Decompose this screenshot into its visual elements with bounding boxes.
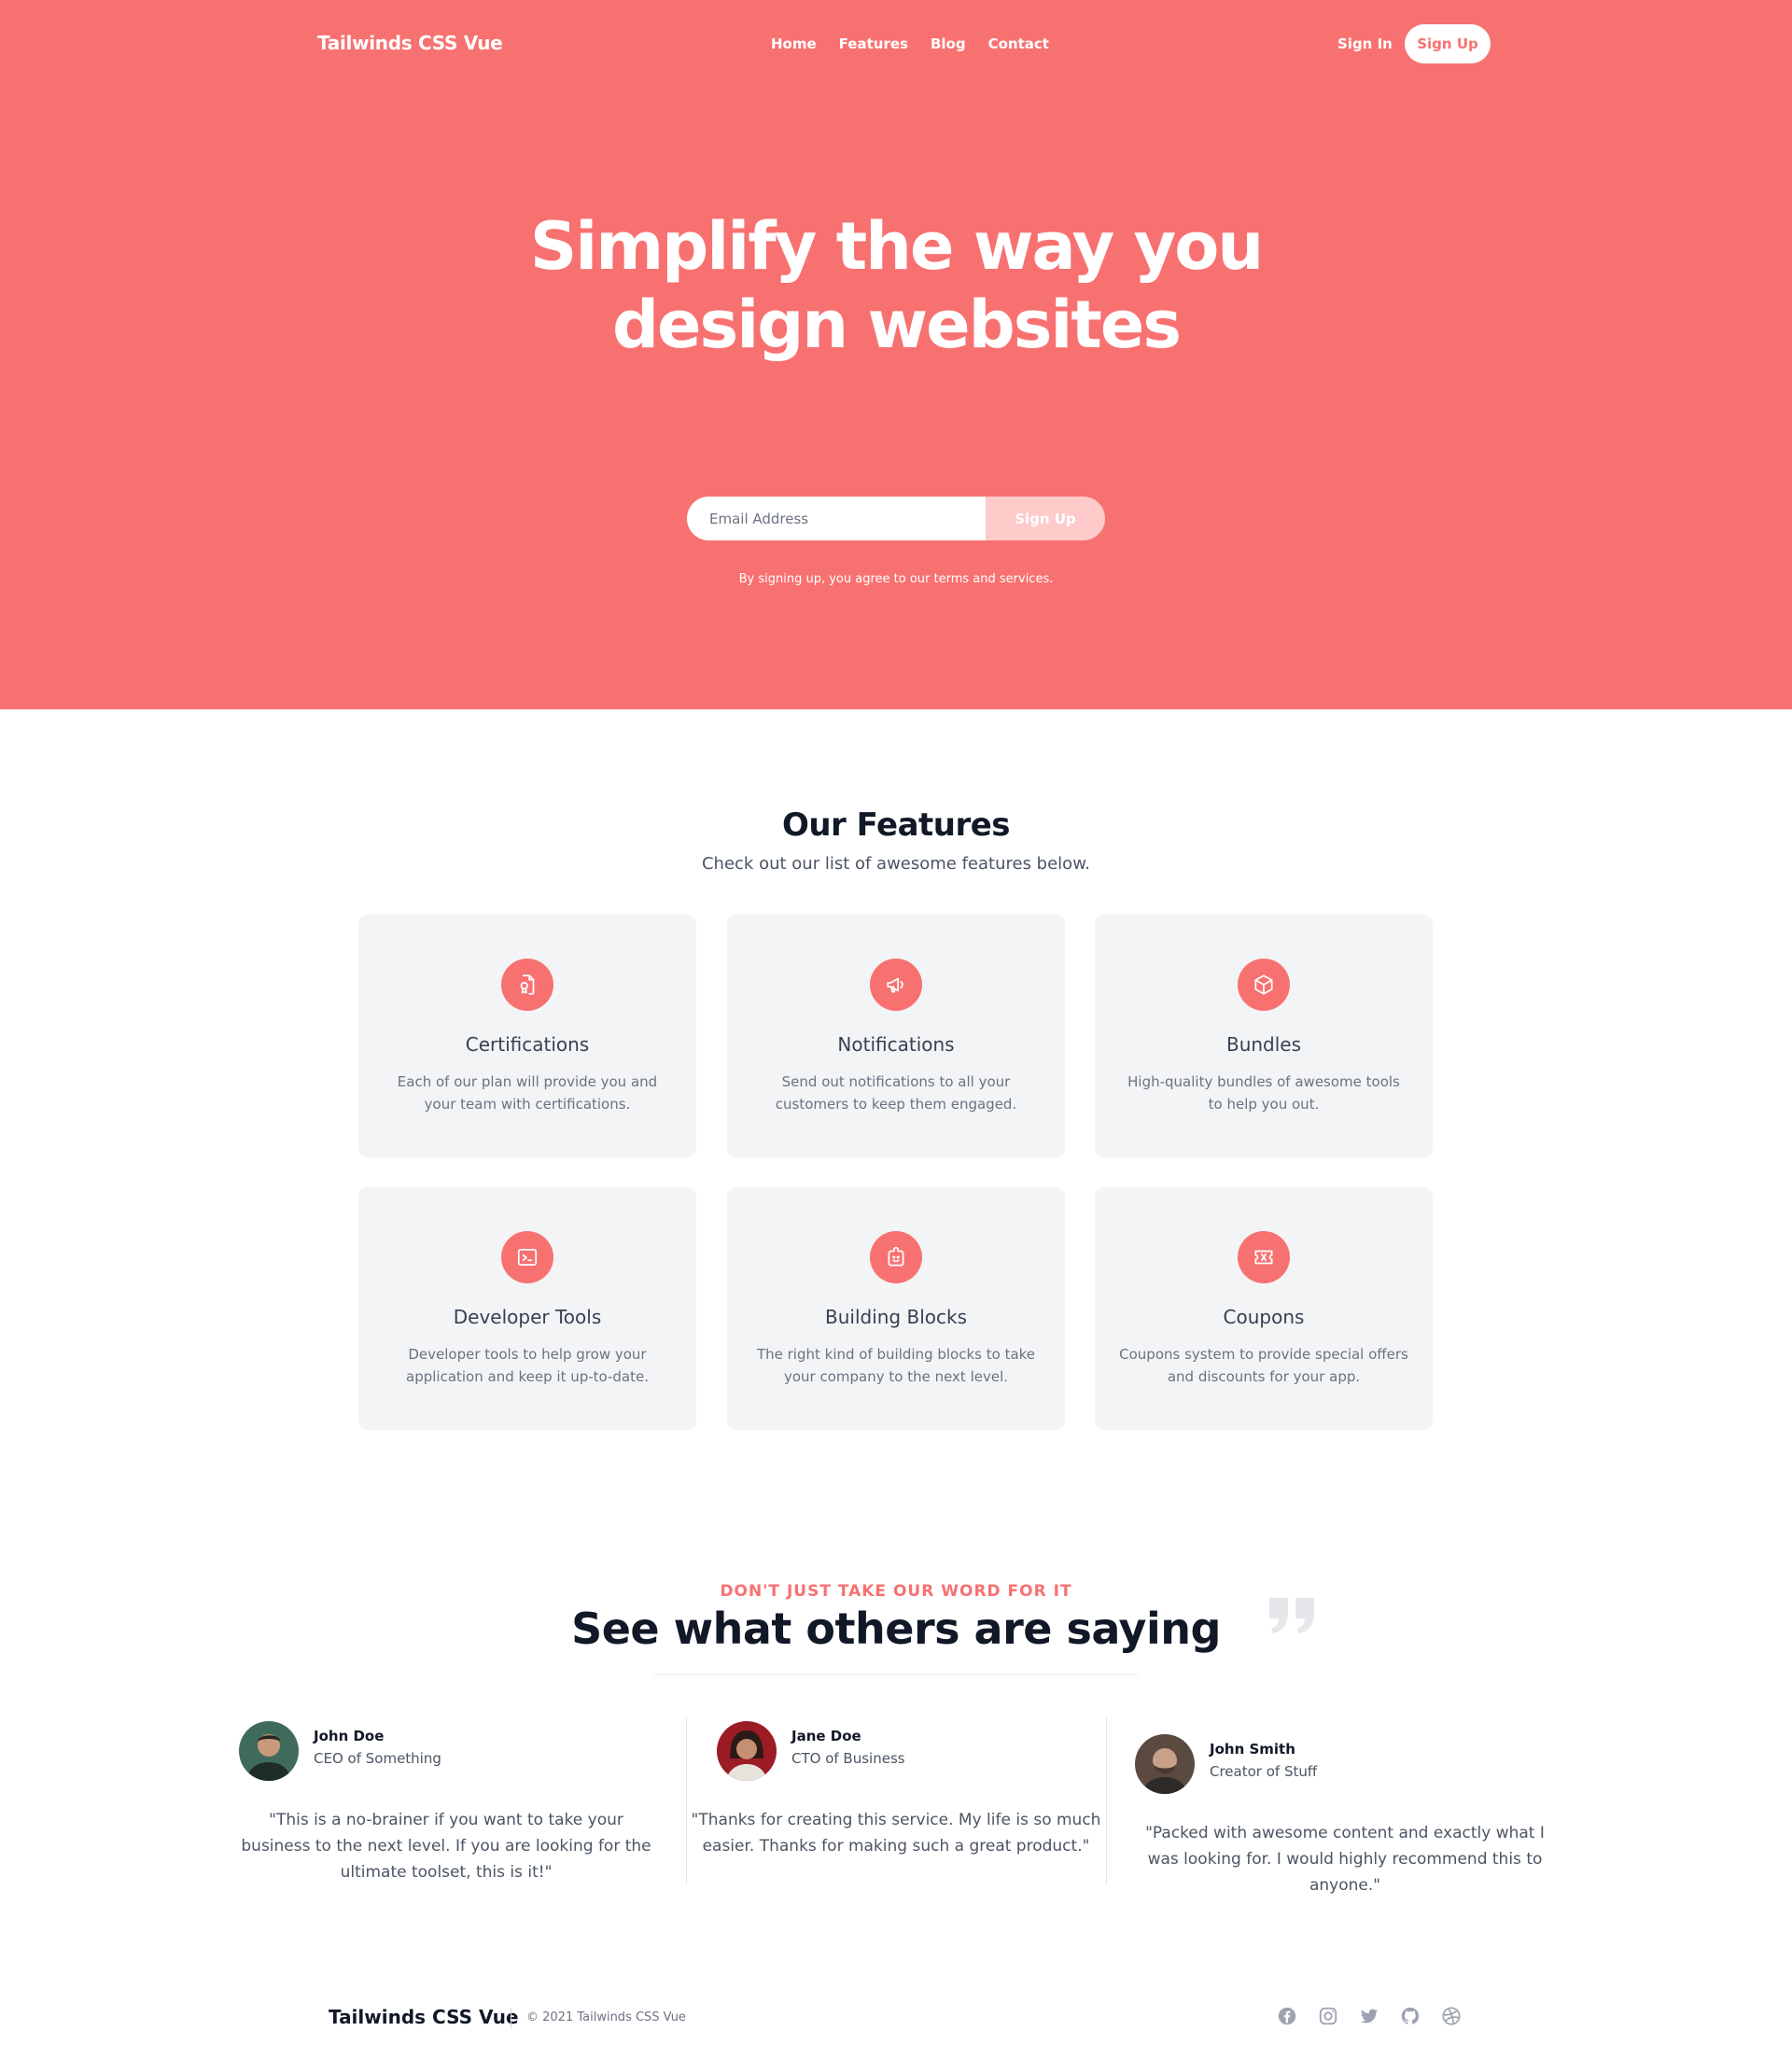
feature-desc: Send out notifications to all your custo… — [775, 1073, 1017, 1113]
feature-title: Certifications — [465, 1033, 590, 1056]
feature-card-developer-tools: Developer Tools Developer tools to help … — [358, 1187, 696, 1430]
feature-desc: The right kind of building blocks to tak… — [756, 1346, 1036, 1385]
testimonials-title: See what others are saying — [571, 1604, 1221, 1654]
feature-desc: High-quality bundles of awesome tools to… — [1127, 1073, 1400, 1113]
testimonials-eyebrow: DON'T JUST TAKE OUR WORD FOR IT — [720, 1582, 1072, 1601]
testimonial-role: CEO of Something — [314, 1750, 441, 1767]
quote-icon — [1269, 1598, 1314, 1633]
megaphone-icon — [870, 959, 922, 1011]
feature-desc: Developer tools to help grow your applic… — [406, 1346, 649, 1385]
nav-contact[interactable]: Contact — [988, 35, 1049, 52]
avatar — [717, 1721, 777, 1781]
footer-copyright: © 2021 Tailwinds CSS Vue — [526, 2010, 686, 2024]
signup-form: Sign Up — [687, 497, 1105, 540]
testimonial-quote: "This is a no-brainer if you want to tak… — [241, 1811, 651, 1882]
features-title: Our Features — [781, 806, 1011, 844]
nav-blog[interactable]: Blog — [931, 35, 966, 52]
testimonial-quote: "Packed with awesome content and exactly… — [1145, 1824, 1545, 1895]
testimonial-divider — [1106, 1717, 1107, 1885]
testimonial-quote: "Thanks for creating this service. My li… — [691, 1811, 1101, 1856]
certificate-icon — [501, 959, 553, 1011]
testimonial-role: CTO of Business — [791, 1750, 905, 1767]
feature-desc: Each of our plan will provide you and yo… — [397, 1073, 658, 1113]
sign-in-link[interactable]: Sign In — [1337, 35, 1393, 52]
nav-features[interactable]: Features — [839, 35, 908, 52]
testimonial-role: Creator of Stuff — [1210, 1763, 1318, 1780]
feature-title: Building Blocks — [824, 1306, 967, 1328]
feature-card-building-blocks: Building Blocks The right kind of buildi… — [727, 1187, 1065, 1430]
hero-title: Simplify the way you design websites — [529, 208, 1264, 363]
instagram-icon[interactable] — [1317, 2005, 1339, 2027]
avatar — [1135, 1734, 1195, 1794]
hero-section: Tailwinds CSS Vue Home Features Blog Con… — [0, 0, 1792, 709]
social-links — [1276, 2005, 1463, 2027]
features-subtitle: Check out our list of awesome features b… — [701, 854, 1090, 874]
testimonial-name: John Smith — [1210, 1741, 1295, 1758]
feature-title: Bundles — [1225, 1033, 1302, 1056]
ticket-icon — [1238, 1231, 1290, 1283]
main-nav: Home Features Blog Contact — [771, 35, 1049, 52]
feature-title: Developer Tools — [453, 1306, 602, 1328]
brand-logo[interactable]: Tailwinds CSS Vue — [317, 32, 503, 54]
github-icon[interactable] — [1399, 2005, 1421, 2027]
feature-desc: Coupons system to provide special offers… — [1119, 1346, 1408, 1385]
terminal-icon — [501, 1231, 553, 1283]
email-input[interactable] — [687, 497, 986, 540]
nav-home[interactable]: Home — [771, 35, 817, 52]
sign-up-button[interactable]: Sign Up — [1405, 24, 1491, 63]
feature-card-notifications: Notifications Send out notifications to … — [727, 915, 1065, 1157]
feature-title: Coupons — [1223, 1306, 1305, 1328]
testimonial-name: John Doe — [314, 1728, 385, 1744]
testimonial-divider — [686, 1717, 687, 1885]
feature-card-coupons: Coupons Coupons system to provide specia… — [1095, 1187, 1433, 1430]
feature-card-certifications: Certifications Each of our plan will pro… — [358, 915, 696, 1157]
twitter-icon[interactable] — [1358, 2005, 1380, 2027]
email-signup-button[interactable]: Sign Up — [986, 497, 1105, 540]
dribbble-icon[interactable] — [1440, 2005, 1463, 2027]
puzzle-icon — [870, 1231, 922, 1283]
cube-icon — [1238, 959, 1290, 1011]
avatar — [239, 1721, 299, 1781]
title-underline — [653, 1674, 1139, 1675]
facebook-icon[interactable] — [1276, 2005, 1298, 2027]
terms-text: By signing up, you agree to our terms an… — [738, 572, 1054, 586]
testimonial-name: Jane Doe — [791, 1728, 861, 1744]
feature-card-bundles: Bundles High-quality bundles of awesome … — [1095, 915, 1433, 1157]
footer-brand[interactable]: Tailwinds CSS Vue — [329, 2006, 519, 2028]
feature-title: Notifications — [837, 1033, 955, 1056]
